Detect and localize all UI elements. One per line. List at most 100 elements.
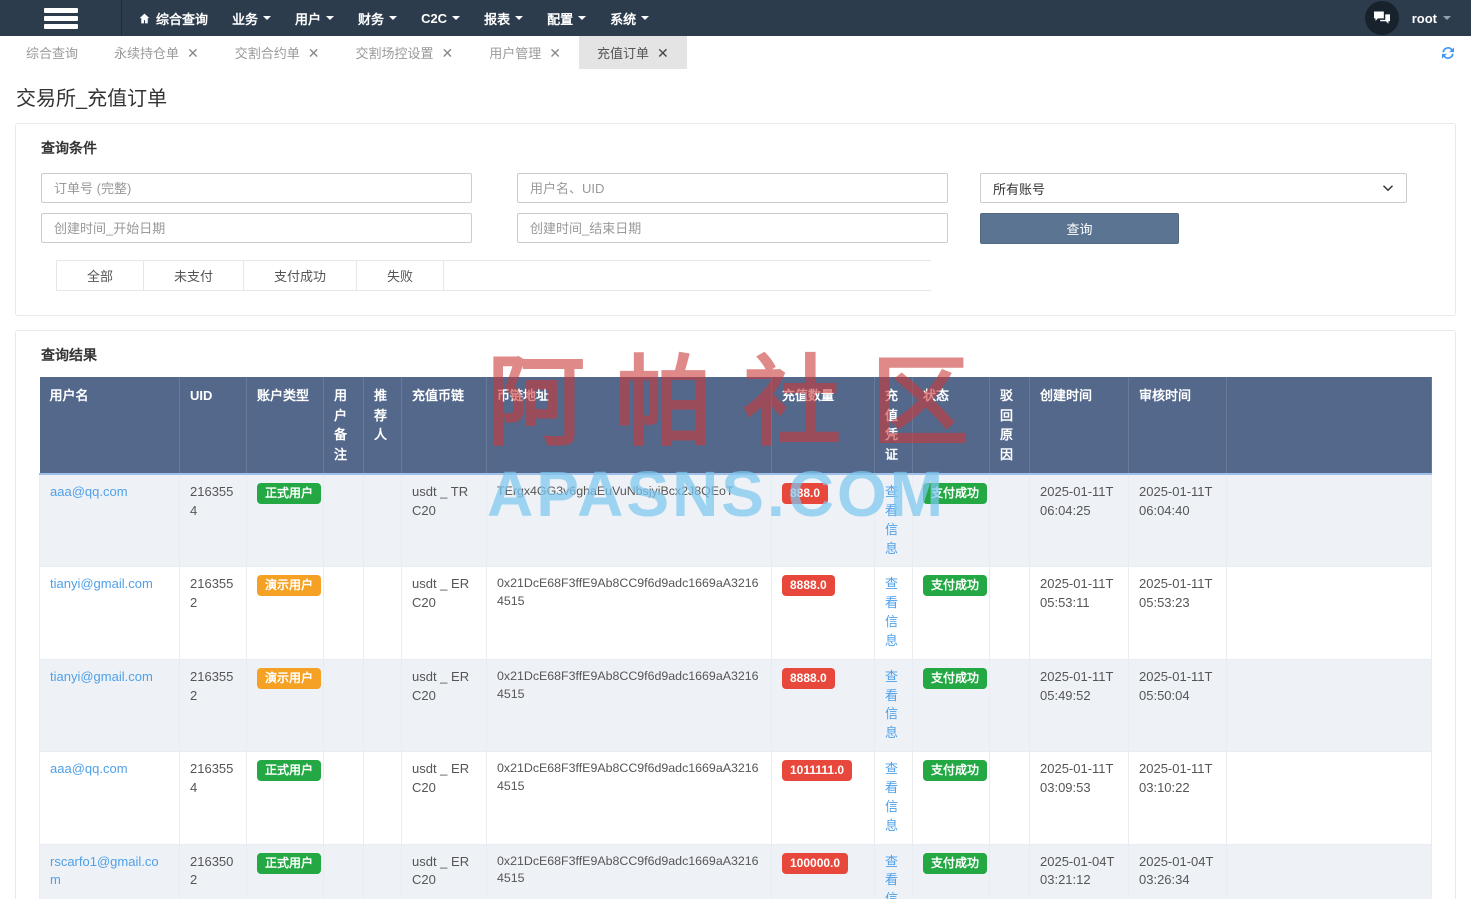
reviewed-at-cell: 2025-01-11T03:10:22 [1128, 751, 1227, 845]
amount-badge: 1011111.0 [782, 760, 853, 782]
reviewed-at-cell: 2025-01-04T03:26:34 [1128, 843, 1227, 899]
status-tab-failed[interactable]: 失败 [357, 261, 445, 290]
account-type-badge: 演示用户 [257, 575, 322, 597]
chevron-down-icon [641, 16, 650, 20]
menu-item-overview[interactable]: 综合查询 [138, 9, 208, 28]
created-at-cell: 2025-01-11T05:49:52 [1029, 658, 1129, 753]
col-reviewed-at: 审核时间 [1128, 377, 1227, 474]
menu-item-reports[interactable]: 报表 [484, 9, 524, 28]
chat-icon [1373, 11, 1390, 24]
menu-item-system[interactable]: 系统 [610, 9, 650, 28]
chevron-down-icon [578, 16, 587, 20]
tab-overview[interactable]: 综合查询 [8, 36, 96, 69]
start-date-input[interactable] [41, 213, 472, 243]
menu-item-business[interactable]: 业务 [232, 9, 272, 28]
created-at-cell: 2025-01-11T06:04:25 [1029, 473, 1129, 568]
view-voucher-link[interactable]: 查看信息 [885, 854, 898, 899]
query-panel-title: 查询条件 [41, 140, 97, 156]
close-icon[interactable]: ✕ [308, 46, 320, 60]
menu-item-label: 综合查询 [156, 11, 209, 27]
col-user-note: 用户备注 [323, 377, 364, 474]
close-icon[interactable]: ✕ [549, 46, 561, 60]
user-menu[interactable]: root [1412, 11, 1451, 26]
menu-item-config[interactable]: 配置 [547, 9, 587, 28]
chain-cell: usdt _ ERC20 [401, 566, 487, 660]
tab-perpetual-positions[interactable]: 永续持仓单 ✕ [96, 36, 217, 69]
view-voucher-link[interactable]: 查看信息 [885, 484, 898, 556]
results-table-header: 用户名 UID 账户类型 用户备注 推荐人 充值币链 币链地址 充值数量 充值凭… [39, 377, 1432, 474]
col-username: 用户名 [39, 377, 180, 474]
status-tab-all[interactable]: 全部 [56, 261, 145, 290]
referrer-cell [363, 566, 402, 660]
referrer-cell [363, 843, 402, 899]
open-tabs-bar: 综合查询 永续持仓单 ✕ 交割合约单 ✕ 交割场控设置 ✕ 用户管理 ✕ 充值订… [0, 36, 1471, 69]
results-table-body: aaa@qq.com 2163554 正式用户 usdt _ TRC20 TEr… [39, 473, 1432, 899]
created-at-cell: 2025-01-11T05:53:11 [1029, 566, 1129, 660]
tab-delivery-control-settings[interactable]: 交割场控设置 ✕ [338, 36, 472, 69]
account-type-badge: 正式用户 [257, 760, 322, 782]
close-icon[interactable]: ✕ [187, 46, 199, 60]
username-link[interactable]: rscarfo1@gmail.com [50, 854, 159, 888]
search-button[interactable]: 查询 [980, 213, 1179, 244]
tab-delivery-contracts[interactable]: 交割合约单 ✕ [217, 36, 338, 69]
results-table: 用户名 UID 账户类型 用户备注 推荐人 充值币链 币链地址 充值数量 充值凭… [39, 377, 1432, 899]
tab-user-management[interactable]: 用户管理 ✕ [471, 36, 579, 69]
username-label: root [1411, 10, 1437, 26]
table-row: aaa@qq.com 2163554 正式用户 usdt _ TRC20 TEr… [39, 473, 1432, 568]
main-menu: 综合查询 业务 用户 财务 C2C 报表 配置 系统 [122, 0, 650, 36]
close-icon[interactable]: ✕ [442, 46, 454, 60]
amount-badge: 100000.0 [782, 852, 849, 874]
col-extra [1226, 377, 1432, 474]
col-account-type: 账户类型 [246, 377, 324, 474]
order-number-input[interactable] [41, 173, 472, 203]
uid-cell: 2163554 [179, 473, 247, 568]
username-link[interactable]: aaa@qq.com [50, 761, 128, 776]
menu-item-finance[interactable]: 财务 [358, 9, 398, 28]
view-voucher-link[interactable]: 查看信息 [885, 761, 898, 833]
view-voucher-link[interactable]: 查看信息 [885, 669, 898, 741]
chain-cell: usdt _ TRC20 [401, 473, 487, 568]
uid-cell: 2163502 [179, 843, 247, 899]
chevron-down-icon [263, 16, 272, 20]
user-note-cell [323, 658, 364, 753]
username-uid-input[interactable] [517, 173, 948, 203]
menu-item-c2c[interactable]: C2C [421, 11, 461, 26]
col-reject-reason: 驳回原因 [989, 377, 1030, 474]
reject-reason-cell [989, 658, 1030, 753]
close-icon[interactable]: ✕ [657, 46, 669, 60]
username-link[interactable]: tianyi@gmail.com [50, 669, 153, 684]
status-badge: 支付成功 [923, 760, 988, 782]
end-date-input[interactable] [517, 213, 948, 243]
col-uid: UID [179, 377, 247, 474]
status-badge: 支付成功 [923, 667, 988, 689]
referrer-cell [363, 658, 402, 753]
view-voucher-link[interactable]: 查看信息 [885, 576, 898, 648]
account-type-select[interactable]: 所有账号 [980, 173, 1407, 203]
col-referrer: 推荐人 [363, 377, 402, 474]
menu-item-label: 业务 [232, 11, 259, 27]
account-type-badge: 正式用户 [257, 483, 322, 504]
hamburger-menu-icon[interactable] [43, 7, 78, 29]
reviewed-at-cell: 2025-01-11T05:50:04 [1128, 658, 1227, 753]
tab-recharge-orders[interactable]: 充值订单 ✕ [579, 36, 687, 69]
table-row: rscarfo1@gmail.com 2163502 正式用户 usdt _ E… [39, 843, 1432, 899]
menu-item-users[interactable]: 用户 [295, 9, 335, 28]
extra-cell [1226, 566, 1432, 660]
username-link[interactable]: tianyi@gmail.com [50, 576, 153, 591]
col-status: 状态 [912, 377, 990, 474]
table-row: tianyi@gmail.com 2163552 演示用户 usdt _ ERC… [39, 658, 1432, 753]
status-tab-unpaid[interactable]: 未支付 [144, 261, 245, 290]
tab-label: 永续持仓单 [114, 46, 180, 61]
account-type-badge: 正式用户 [257, 852, 322, 874]
chevron-down-icon [452, 16, 461, 20]
messages-button[interactable] [1364, 1, 1399, 35]
status-tab-paid[interactable]: 支付成功 [244, 261, 358, 290]
username-link[interactable]: aaa@qq.com [50, 484, 128, 499]
address-cell: 0x21DcE68F3ffE9Ab8CC9f6d9adc1669aA321645… [486, 658, 772, 753]
menu-item-label: 用户 [295, 11, 322, 27]
reviewed-at-cell: 2025-01-11T05:53:23 [1128, 566, 1227, 660]
refresh-button[interactable] [1439, 44, 1457, 62]
col-chain: 充值币链 [401, 377, 487, 474]
created-at-cell: 2025-01-04T03:21:12 [1029, 843, 1129, 899]
query-conditions-panel: 查询条件 所有账号 查询 全部 未支付 支付成功 失败 [15, 123, 1456, 316]
